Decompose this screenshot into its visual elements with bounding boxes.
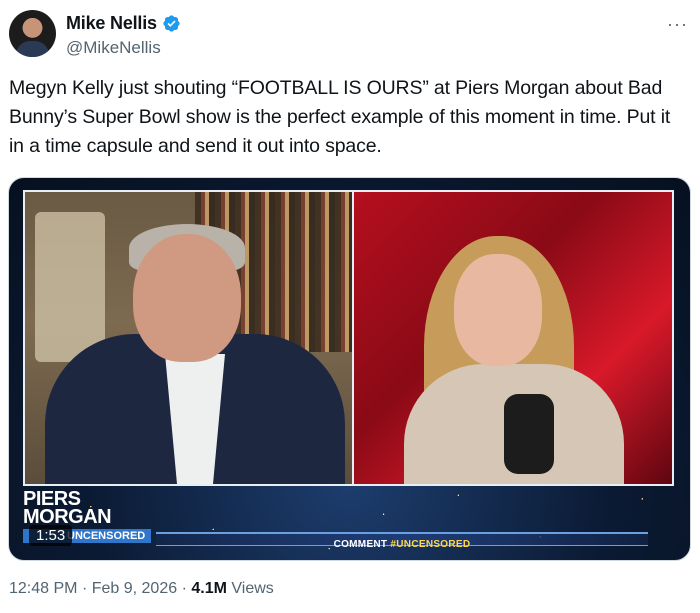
post-time[interactable]: 12:48 PM <box>9 580 77 597</box>
tweet-text: Megyn Kelly just shouting “FOOTBALL IS O… <box>9 77 671 157</box>
ticker-hashtag: #UNCENSORED <box>390 539 471 550</box>
avatar[interactable] <box>9 10 56 57</box>
ticker-prefix: COMMENT <box>333 539 391 550</box>
video-panel-right <box>352 190 674 486</box>
views-count: 4.1M <box>191 580 227 597</box>
meta-separator: · <box>81 580 88 597</box>
verified-badge-icon <box>163 14 180 32</box>
tweet: Mike Nellis @MikeNellis ··· Megyn Kelly … <box>0 0 700 613</box>
microphone <box>504 394 554 474</box>
ticker-bar: COMMENT #UNCENSORED <box>156 532 648 550</box>
author-info: Mike Nellis @MikeNellis <box>66 11 181 58</box>
video-player[interactable]: PIERS MORGAN UNCENSORED 1:53 COMMENT #UN… <box>8 177 691 561</box>
more-horizontal-icon[interactable]: ··· <box>667 14 688 35</box>
person-right-head <box>454 254 542 366</box>
video-duration: 1:53 <box>29 525 73 546</box>
views-label: Views <box>231 580 274 597</box>
post-date[interactable]: Feb 9, 2026 <box>92 580 177 597</box>
avatar-body <box>16 41 49 57</box>
lamp <box>35 212 105 362</box>
handle[interactable]: @MikeNellis <box>66 38 181 58</box>
tweet-meta: 12:48 PM · Feb 9, 2026 · 4.1M Views <box>9 580 274 598</box>
name-row: Mike Nellis <box>66 11 181 35</box>
video-panel-left <box>23 190 355 486</box>
meta-separator: · <box>181 580 187 597</box>
logo-line-2: MORGAN <box>23 506 112 528</box>
person-left-head <box>133 234 241 362</box>
display-name[interactable]: Mike Nellis <box>66 13 157 34</box>
